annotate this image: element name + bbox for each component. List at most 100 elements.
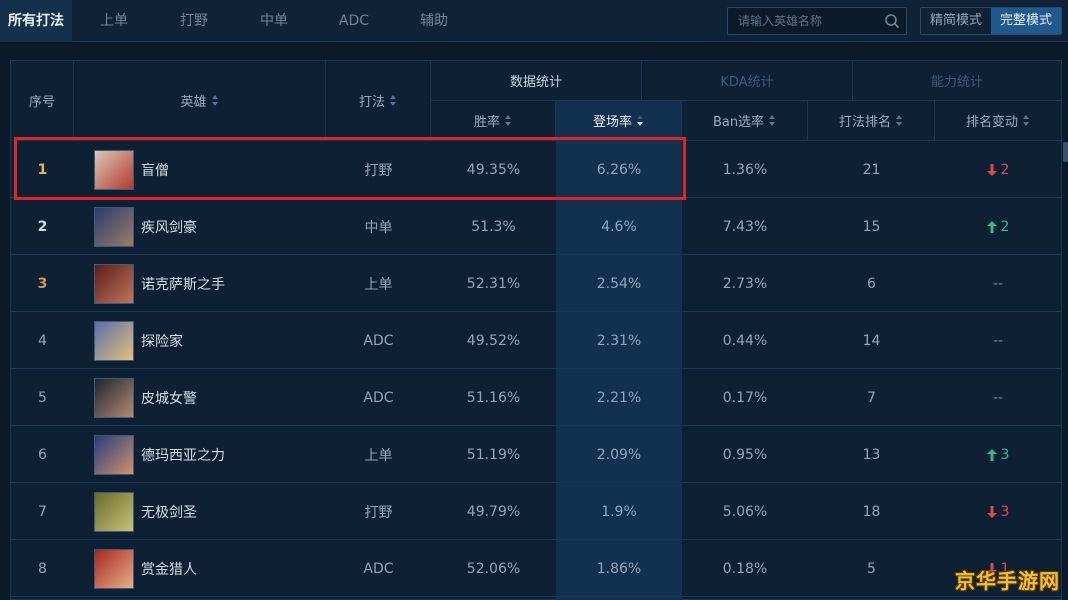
sort-icon[interactable]: [390, 95, 397, 106]
hero-avatar[interactable]: [94, 548, 134, 589]
rank-cell: 7: [38, 503, 47, 520]
scrollbar[interactable]: [1063, 142, 1068, 162]
hero-avatar[interactable]: [94, 320, 134, 361]
table-row[interactable]: 2 疾风剑豪 中单 51.3% 4.6% 7.43% 15 2: [11, 198, 1061, 255]
rank-cell: 1: [37, 161, 48, 178]
hero-cell: 无极剑圣: [74, 483, 326, 540]
sort-icon[interactable]: [896, 115, 903, 126]
hero-name[interactable]: 疾风剑豪: [141, 217, 197, 237]
hero-cell: 德玛西亚之力: [74, 426, 326, 483]
rank-cell: 8: [38, 560, 47, 577]
table-row[interactable]: 8 赏金猎人 ADC 52.06% 1.86% 0.18% 5 1: [11, 540, 1061, 597]
top-nav: 所有打法 上单 打野 中单 ADC 辅助 精简模式 完整模式: [0, 0, 1068, 42]
rank-cell: 6: [38, 446, 47, 463]
rank-change: 2: [986, 162, 1009, 178]
sort-desc-icon[interactable]: [637, 115, 644, 126]
table-row[interactable]: 7 无极剑圣 打野 49.79% 1.9% 5.06% 18 3: [11, 483, 1061, 540]
tab-support[interactable]: 辅助: [396, 0, 472, 42]
pick-rate-cell: 2.21%: [596, 389, 642, 406]
search-input[interactable]: [728, 8, 878, 34]
role-cell: 上单: [364, 276, 393, 293]
rank-change-value: --: [992, 275, 1004, 292]
pick-rate-cell: 2.31%: [596, 332, 642, 349]
hero-avatar[interactable]: [94, 206, 134, 247]
rank-change-cell: 2: [935, 141, 1061, 198]
hero-name[interactable]: 盲僧: [141, 160, 169, 180]
tab-adc[interactable]: ADC: [316, 0, 392, 42]
header-ban-rate[interactable]: Ban选率: [682, 101, 808, 141]
ban-rate-cell: 2.73%: [722, 275, 768, 292]
role-cell: ADC: [363, 560, 394, 577]
hero-name[interactable]: 诺克萨斯之手: [141, 274, 225, 294]
rank-change-value: 3: [1000, 446, 1010, 463]
simple-mode-button[interactable]: 精简模式: [921, 8, 991, 34]
ban-rate-cell: 0.18%: [722, 560, 768, 577]
header-role-rank[interactable]: 打法排名: [808, 101, 935, 141]
arrow-down-icon: [986, 505, 997, 518]
tab-top[interactable]: 上单: [76, 0, 152, 42]
hero-cell: 探险家: [74, 312, 326, 369]
hero-cell: 诺克萨斯之手: [74, 255, 326, 312]
hero-cell: 皮城女警: [74, 369, 326, 426]
tab-mid[interactable]: 中单: [236, 0, 312, 42]
sort-icon[interactable]: [769, 115, 776, 126]
table-row[interactable]: 1 盲僧 打野 49.35% 6.26% 1.36% 21 2: [11, 141, 1061, 198]
header-win-rate[interactable]: 胜率: [431, 101, 556, 141]
search-icon[interactable]: [884, 13, 900, 29]
ban-rate-cell: 0.95%: [722, 446, 768, 463]
tab-jungle[interactable]: 打野: [156, 0, 232, 42]
hero-name[interactable]: 无极剑圣: [141, 502, 197, 522]
sort-icon[interactable]: [505, 115, 512, 126]
rank-change-value: --: [992, 332, 1004, 349]
table-row[interactable]: 6 德玛西亚之力 上单 51.19% 2.09% 0.95% 13 3: [11, 426, 1061, 483]
role-cell: 打野: [364, 504, 393, 521]
rank-change-cell: --: [935, 369, 1061, 426]
tab-all-roles[interactable]: 所有打法: [0, 0, 72, 42]
table-row[interactable]: 4 探险家 ADC 49.52% 2.31% 0.44% 14 --: [11, 312, 1061, 369]
role-rank-cell: 6: [867, 275, 876, 292]
rank-change-cell: --: [935, 255, 1061, 312]
role-cell: ADC: [363, 332, 394, 349]
full-mode-button[interactable]: 完整模式: [991, 8, 1061, 34]
header-rank-change[interactable]: 排名变动: [935, 101, 1061, 141]
view-mode-toggle: 精简模式 完整模式: [920, 7, 1062, 35]
hero-avatar[interactable]: [94, 149, 134, 190]
header-pick-rate[interactable]: 登场率: [556, 101, 682, 141]
header-rank: 序号: [11, 61, 74, 141]
hero-cell: 赏金猎人: [74, 540, 326, 597]
hero-name[interactable]: 皮城女警: [141, 388, 197, 408]
hero-name[interactable]: 探险家: [141, 331, 183, 351]
arrow-down-icon: [986, 163, 997, 176]
rank-change: 3: [986, 503, 1010, 520]
table-row[interactable]: 5 皮城女警 ADC 51.16% 2.21% 0.17% 7 --: [11, 369, 1061, 426]
hero-avatar[interactable]: [94, 377, 134, 418]
tab-ability-stats[interactable]: 能力统计: [853, 61, 1061, 101]
role-cell: ADC: [363, 389, 394, 406]
sort-icon[interactable]: [1023, 115, 1030, 126]
sort-icon[interactable]: [211, 95, 219, 106]
tab-kda-stats[interactable]: KDA统计: [642, 61, 853, 101]
rank-cell: 2: [37, 218, 48, 235]
rank-cell: 3: [37, 275, 48, 292]
hero-name[interactable]: 德玛西亚之力: [141, 445, 225, 465]
rank-change: --: [993, 333, 1003, 349]
watermark-logo: 京华手游网: [955, 569, 1060, 593]
arrow-up-icon: [986, 448, 997, 461]
hero-avatar[interactable]: [94, 491, 134, 532]
rank-change-cell: 3: [935, 426, 1061, 483]
hero-name[interactable]: 赏金猎人: [141, 559, 197, 579]
rank-change-value: 3: [1000, 503, 1010, 520]
ban-rate-cell: 0.17%: [722, 389, 768, 406]
tab-data-stats[interactable]: 数据统计: [431, 61, 642, 101]
hero-avatar[interactable]: [94, 434, 134, 475]
ban-rate-cell: 0.44%: [722, 332, 768, 349]
pick-rate-cell: 1.86%: [596, 560, 642, 577]
pick-rate-cell: 6.26%: [596, 161, 642, 178]
header-hero[interactable]: 英雄: [74, 61, 326, 141]
hero-avatar[interactable]: [94, 263, 134, 304]
ban-rate-cell: 1.36%: [722, 161, 768, 178]
hero-search: [727, 7, 907, 35]
table-row[interactable]: 3 诺克萨斯之手 上单 52.31% 2.54% 2.73% 6 --: [11, 255, 1061, 312]
header-role[interactable]: 打法: [326, 61, 431, 141]
role-rank-cell: 18: [862, 503, 881, 520]
